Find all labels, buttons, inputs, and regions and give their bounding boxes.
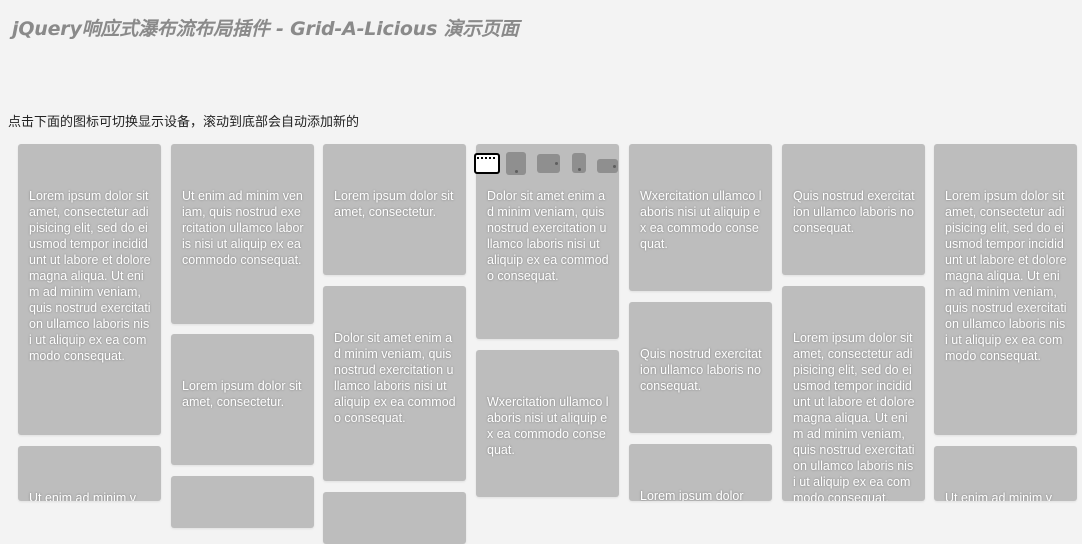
- phone-landscape-icon[interactable]: [597, 159, 618, 173]
- grid-card[interactable]: Quis nostrud exercitation ullamco labori…: [629, 302, 772, 433]
- tablet-portrait-icon[interactable]: [506, 151, 526, 175]
- grid-card[interactable]: Lorem ipsum dolor sit amet, consectetur …: [18, 144, 161, 435]
- masonry-grid: Lorem ipsum dolor sit amet, consectetur …: [0, 0, 1082, 544]
- grid-card[interactable]: Lorem ipsum dolor sit amet, consectetur …: [934, 144, 1077, 435]
- grid-card[interactable]: Lorem ipsum dolor sit amet, consectetur.: [323, 144, 466, 275]
- grid-card[interactable]: Ut enim ad minim v: [18, 446, 161, 501]
- grid-card[interactable]: Ut enim ad minim veniam, quis nostrud ex…: [171, 144, 314, 324]
- tablet-landscape-icon[interactable]: [537, 153, 560, 173]
- grid-card[interactable]: [171, 476, 314, 528]
- phone-portrait-icon[interactable]: [572, 153, 586, 173]
- grid-card[interactable]: Wxercitation ullamco laboris nisi ut ali…: [629, 144, 772, 291]
- grid-card[interactable]: Lorem ipsum dolor sit amet, consectetur.: [171, 334, 314, 465]
- grid-card[interactable]: Lorem ipsum dolor sit amet, consectetur …: [782, 286, 925, 501]
- grid-card[interactable]: Lorem ipsum dolor: [629, 444, 772, 501]
- grid-card[interactable]: Dolor sit amet enim ad minim veniam, qui…: [323, 286, 466, 481]
- device-switcher: [474, 151, 618, 175]
- grid-card[interactable]: Ut enim ad minim v: [934, 446, 1077, 501]
- grid-card[interactable]: Quis nostrud exercitation ullamco labori…: [782, 144, 925, 275]
- grid-card[interactable]: Wxercitation ullamco laboris nisi ut ali…: [476, 350, 619, 497]
- grid-card[interactable]: [323, 492, 466, 544]
- desktop-icon[interactable]: [474, 152, 500, 174]
